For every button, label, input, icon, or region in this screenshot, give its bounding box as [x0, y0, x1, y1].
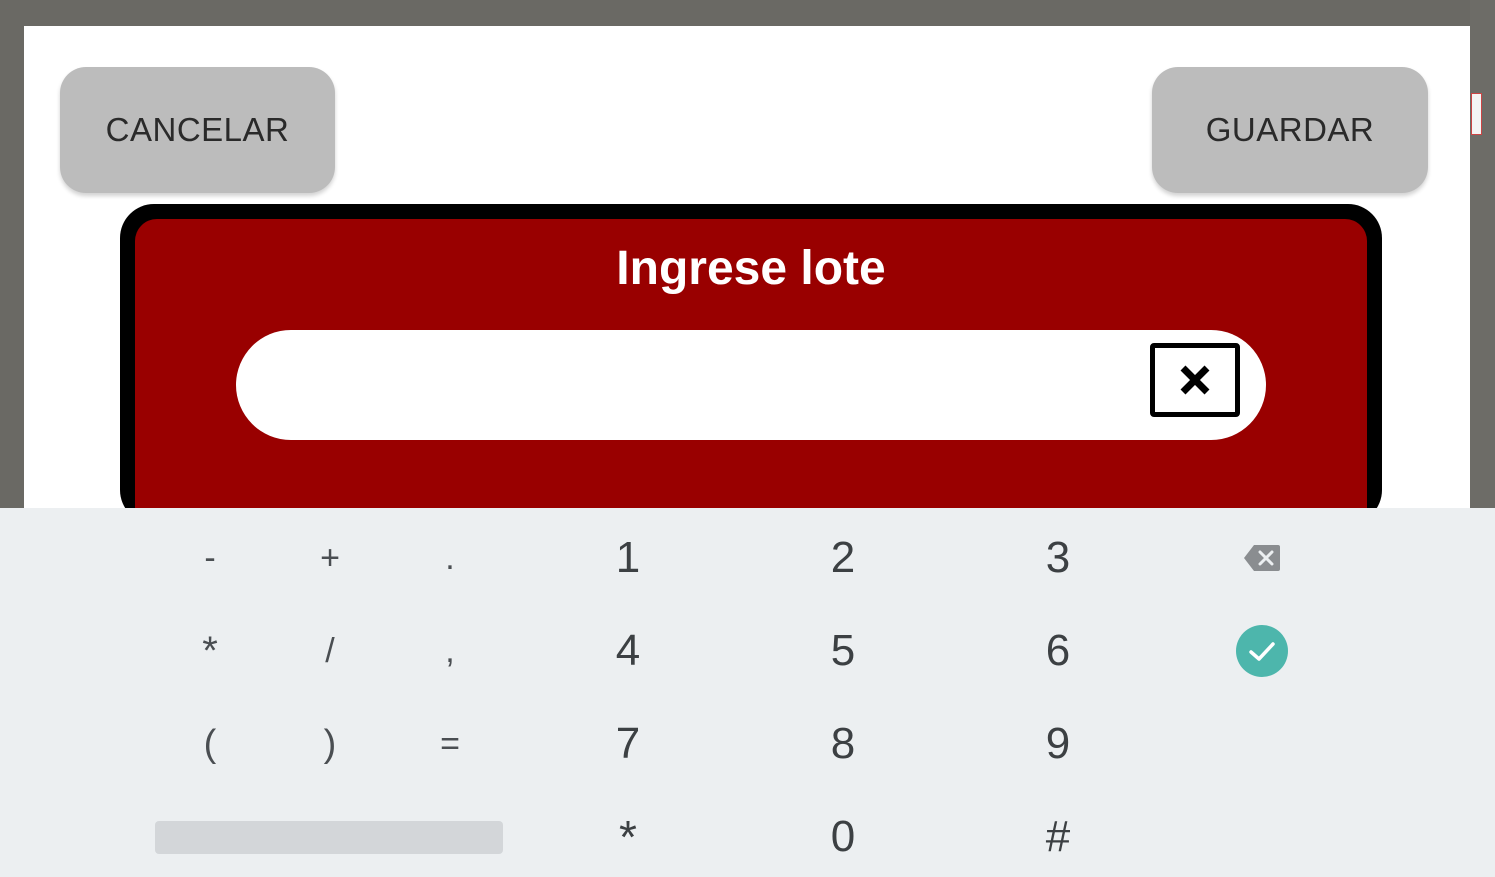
save-button-label: GUARDAR [1205, 111, 1375, 148]
key-3[interactable]: 3 [1018, 528, 1098, 588]
key-1[interactable]: 1 [588, 528, 668, 588]
key-6[interactable]: 6 [1018, 621, 1098, 681]
key-5[interactable]: 5 [803, 621, 883, 681]
key-0[interactable]: 0 [803, 807, 883, 867]
key-asterisk[interactable]: * [170, 621, 250, 681]
key-star[interactable]: * [588, 807, 668, 867]
lot-input[interactable] [272, 350, 1136, 422]
key-plus[interactable]: + [290, 528, 370, 588]
key-4[interactable]: 4 [588, 621, 668, 681]
key-equals[interactable]: = [410, 714, 490, 774]
key-open-paren[interactable]: ( [170, 714, 250, 774]
dialog-title: Ingrese lote [616, 242, 886, 295]
key-8[interactable]: 8 [803, 714, 883, 774]
lot-input-container [236, 330, 1266, 440]
dialog-body: Ingrese lote [135, 219, 1367, 524]
key-9[interactable]: 9 [1018, 714, 1098, 774]
backspace-icon [1244, 545, 1280, 571]
numeric-keyboard: - + . 1 2 3 * / , 4 5 6 ( ) = 7 8 9 * 0 … [0, 508, 1495, 877]
cancel-button[interactable]: CANCELAR [60, 67, 335, 193]
window-frame-top [0, 0, 1495, 26]
cancel-button-label: CANCELAR [105, 111, 290, 148]
key-minus[interactable]: - [170, 528, 250, 588]
clear-input-button[interactable] [1150, 343, 1240, 417]
enter-key[interactable] [1222, 621, 1302, 681]
key-period[interactable]: . [410, 528, 490, 588]
check-circle-icon [1236, 625, 1288, 677]
app-screen: CANCELAR GUARDAR Ingrese lote - + . 1 2 … [0, 0, 1495, 877]
edge-indicator [1471, 93, 1482, 135]
save-button[interactable]: GUARDAR [1152, 67, 1428, 193]
key-hash[interactable]: # [1018, 807, 1098, 867]
space-key[interactable] [155, 821, 503, 854]
key-close-paren[interactable]: ) [290, 714, 370, 774]
key-2[interactable]: 2 [803, 528, 883, 588]
key-comma[interactable]: , [410, 621, 490, 681]
key-slash[interactable]: / [290, 621, 370, 681]
key-7[interactable]: 7 [588, 714, 668, 774]
close-icon [1180, 365, 1210, 395]
backspace-key[interactable] [1222, 528, 1302, 588]
lot-entry-dialog: Ingrese lote [120, 204, 1382, 524]
